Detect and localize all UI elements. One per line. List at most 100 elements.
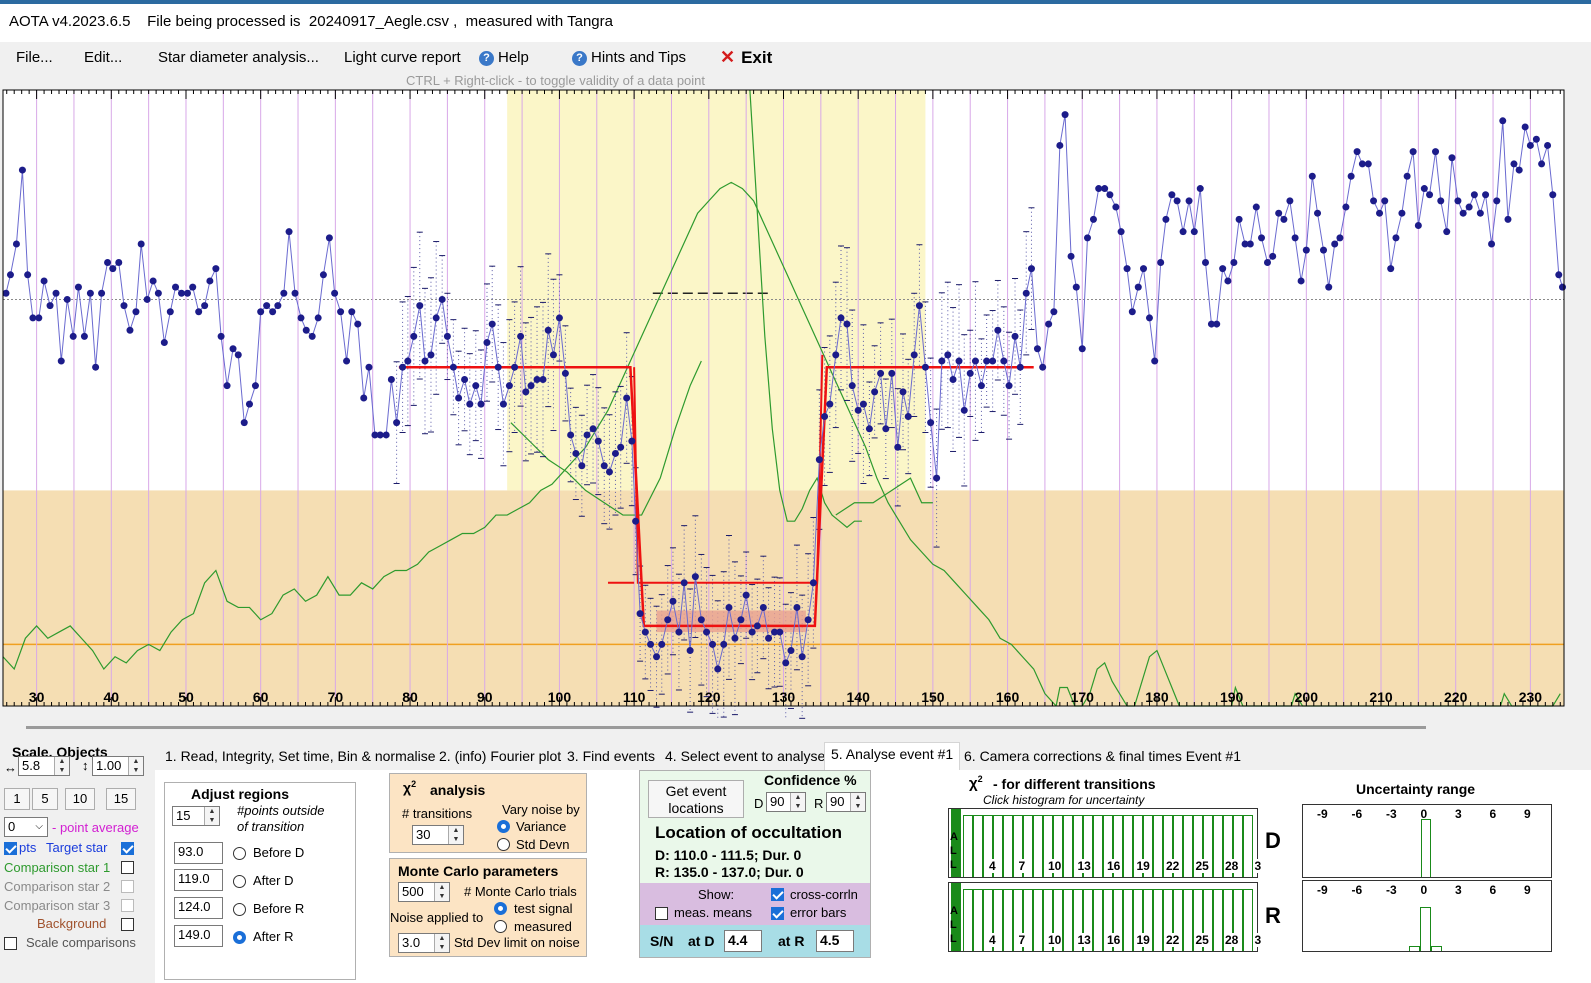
tab-read-integrity[interactable]: 1. Read, Integrity, Set time, Bin & norm… <box>159 745 442 769</box>
menu-exit[interactable]: ✕ Exit <box>720 47 772 68</box>
background-checkbox[interactable] <box>121 918 134 931</box>
vertical-scale-stepper[interactable]: ▲ ▼ <box>128 757 143 775</box>
confidence-r-input[interactable]: 90 ▲ ▼ <box>826 792 866 812</box>
scale-button-5[interactable]: 5 <box>32 788 58 810</box>
uncertainty-r-tick: 0 <box>1420 883 1428 897</box>
x-tick-label: 200 <box>1295 689 1319 705</box>
chi-hist-title: - for different transitions <box>993 776 1156 792</box>
chi-histogram-r[interactable]: A L L 4 7 10 13 16 19 22 25 28 3 <box>948 882 1262 952</box>
before-d-radio[interactable] <box>233 847 246 860</box>
uncertainty-d-tick: 9 <box>1524 807 1531 821</box>
comparison-star-3-checkbox[interactable] <box>121 899 134 912</box>
std-devn-radio[interactable] <box>497 838 510 851</box>
light-curve-plot[interactable]: 30 40 50 60 70 80 90 100 110 120 130 140 150 160 170 18… <box>0 89 1591 719</box>
data-point <box>611 449 619 457</box>
after-r-radio[interactable] <box>233 931 246 944</box>
data-point <box>691 573 699 581</box>
scale-button-15[interactable]: 15 <box>106 788 136 810</box>
data-point <box>809 579 817 587</box>
data-point <box>921 363 929 371</box>
tab-analyse-event[interactable]: 5. Analyse event #1 <box>824 742 961 770</box>
cross-corrln-checkbox[interactable] <box>771 888 784 901</box>
chi-hist-r-tick-label: 13 <box>1077 933 1091 947</box>
after-d-input[interactable]: 119.0 <box>174 869 223 891</box>
data-point <box>1083 234 1091 242</box>
error-bars-checkbox[interactable] <box>771 907 784 920</box>
variance-radio[interactable] <box>497 820 510 833</box>
signal-noise-bar: S/N at D 4.4 at R 4.5 <box>640 925 870 957</box>
chi-analysis-title: analysis <box>430 782 486 798</box>
menu-star-diameter[interactable]: Star diameter analysis... <box>158 49 319 66</box>
vertical-scale-input[interactable]: 1.00 ▲ ▼ <box>92 756 144 776</box>
confidence-d-input[interactable]: 90 ▲ ▼ <box>766 792 806 812</box>
data-point <box>160 339 168 347</box>
pts-checkbox[interactable] <box>4 842 17 855</box>
points-outside-input[interactable]: 15 ▲ ▼ <box>172 806 220 826</box>
data-point <box>410 332 418 340</box>
data-point <box>1039 363 1047 371</box>
data-point <box>989 357 997 365</box>
data-point <box>1196 185 1204 193</box>
data-point <box>617 443 625 451</box>
menu-edit[interactable]: Edit... <box>84 49 122 66</box>
std-dev-limit-input[interactable]: 3.0 ▲ ▼ <box>398 933 450 953</box>
uncertainty-title: Uncertainty range <box>1356 781 1476 797</box>
get-event-line1: Get event <box>665 783 727 799</box>
scale-comparisons-checkbox[interactable] <box>4 937 17 950</box>
data-point <box>1162 215 1170 223</box>
data-point <box>1532 135 1540 143</box>
tab-fourier-plot[interactable]: 2. (info) Fourier plot <box>433 745 567 769</box>
data-point <box>314 314 322 322</box>
comparison-star-2-checkbox[interactable] <box>121 880 134 893</box>
scale-button-1[interactable]: 1 <box>4 788 30 810</box>
after-d-radio[interactable] <box>233 875 246 888</box>
after-r-input[interactable]: 149.0 <box>174 925 223 947</box>
before-d-input[interactable]: 93.0 <box>174 842 223 864</box>
points-outside-stepper[interactable]: ▲ ▼ <box>204 807 219 825</box>
monte-carlo-trials-input[interactable]: 500 ▲ ▼ <box>398 882 450 902</box>
get-event-locations-button[interactable]: Get event locations <box>648 780 744 818</box>
adjust-regions-group: Adjust regions 15 ▲ ▼ #points outside of t… <box>164 782 356 980</box>
menu-light-curve-report[interactable]: Light curve report <box>344 49 461 66</box>
menu-hints[interactable]: ? Hints and Tips <box>572 49 686 66</box>
monte-carlo-trials-stepper[interactable]: ▲ ▼ <box>434 883 449 901</box>
before-r-radio[interactable] <box>233 903 246 916</box>
chi-hist-r-tick-label: 19 <box>1136 933 1150 947</box>
after-r-label: After R <box>253 929 294 944</box>
target-star-checkbox[interactable] <box>121 842 134 855</box>
scale-button-10[interactable]: 10 <box>65 788 95 810</box>
confidence-r-stepper[interactable]: ▲ ▼ <box>850 793 865 811</box>
data-point <box>337 308 345 316</box>
data-point <box>697 616 705 624</box>
tab-camera-corrections[interactable]: 6. Camera corrections & final times Even… <box>958 745 1247 769</box>
data-point <box>709 640 717 648</box>
horizontal-scale-stepper[interactable]: ▲ ▼ <box>54 757 69 775</box>
test-signal-radio[interactable] <box>494 902 507 915</box>
data-point <box>882 425 890 433</box>
confidence-d-stepper[interactable]: ▲ ▼ <box>790 793 805 811</box>
chi-hist-d-side-label: L <box>950 845 957 857</box>
data-point <box>1291 234 1299 242</box>
transitions-stepper[interactable]: ▲ ▼ <box>448 826 463 844</box>
chi-hist-r-tick-label: 28 <box>1225 933 1239 947</box>
data-point <box>605 468 613 476</box>
menu-file[interactable]: File... <box>16 49 53 66</box>
menu-help[interactable]: ? Help <box>479 49 529 66</box>
point-average-select[interactable]: 0 ⌵ <box>4 817 48 837</box>
tab-select-event[interactable]: 4. Select event to analyse <box>659 745 831 769</box>
horizontal-scale-input[interactable]: 5.8 ▲ ▼ <box>18 756 70 776</box>
chi-histogram-d[interactable]: A L L 4 7 10 13 16 19 22 25 28 3 <box>948 808 1262 878</box>
before-r-input[interactable]: 124.0 <box>174 897 223 919</box>
meas-means-checkbox[interactable] <box>655 907 668 920</box>
tab-find-events[interactable]: 3. Find events <box>561 745 661 769</box>
transitions-value: 30 <box>416 827 431 842</box>
x-tick-label: 130 <box>772 689 796 705</box>
data-point <box>274 302 282 310</box>
measured-radio[interactable] <box>494 920 507 933</box>
data-point <box>1544 141 1552 149</box>
std-dev-limit-stepper[interactable]: ▲ ▼ <box>434 934 449 952</box>
comparison-star-1-checkbox[interactable] <box>121 861 134 874</box>
plot-scrollbar[interactable] <box>26 726 1426 729</box>
data-point <box>1504 215 1512 223</box>
transitions-input[interactable]: 30 ▲ ▼ <box>412 825 464 845</box>
